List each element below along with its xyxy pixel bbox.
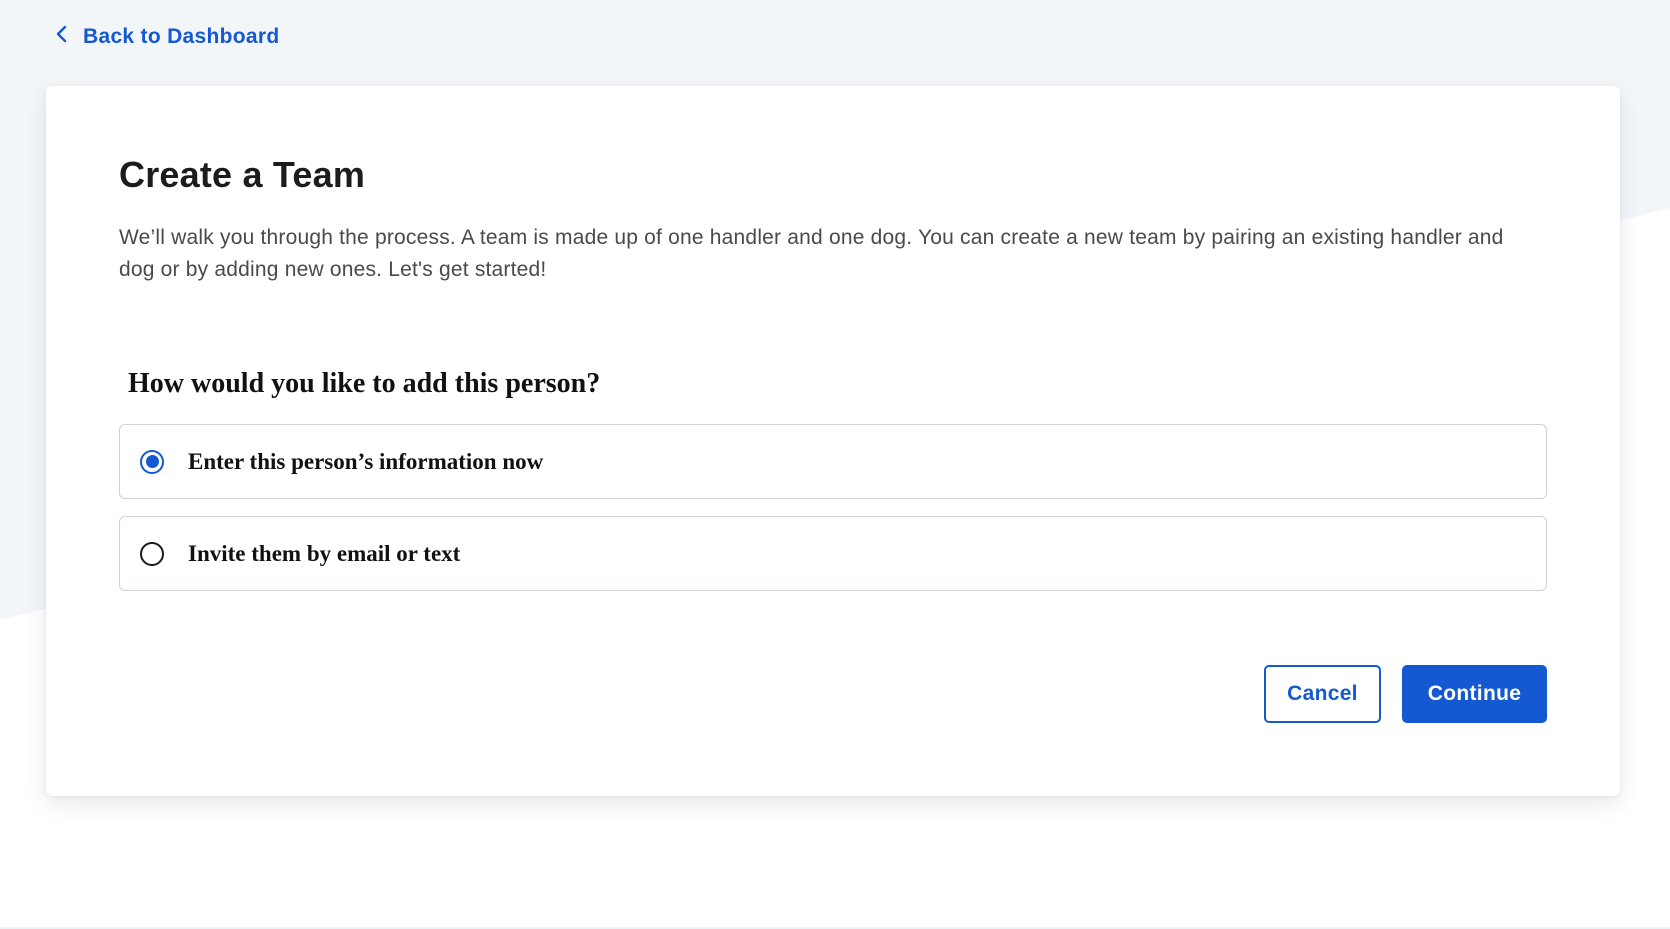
continue-button[interactable]: Continue <box>1402 665 1547 723</box>
radio-unselected[interactable] <box>140 541 164 566</box>
page-title: Create a Team <box>119 154 366 195</box>
question-label: How would you like to add this person? <box>128 368 601 399</box>
back-to-dashboard-link[interactable]: Back to Dashboard <box>55 20 279 54</box>
option-label: Enter this person’s information now <box>188 448 544 474</box>
radio-selected[interactable] <box>140 449 164 474</box>
option-enter-info-now[interactable]: Enter this person’s information now <box>119 424 1547 499</box>
option-label: Invite them by email or text <box>188 540 461 566</box>
intro-text: We’ll walk you through the process. A te… <box>119 226 1504 281</box>
option-invite-by-email-or-text[interactable]: Invite them by email or text <box>119 516 1547 591</box>
chevron-left-icon <box>55 25 69 49</box>
create-team-card: Create a Team We’ll walk you through the… <box>46 86 1620 796</box>
back-link-label: Back to Dashboard <box>83 25 280 48</box>
cancel-button[interactable]: Cancel <box>1264 665 1381 723</box>
